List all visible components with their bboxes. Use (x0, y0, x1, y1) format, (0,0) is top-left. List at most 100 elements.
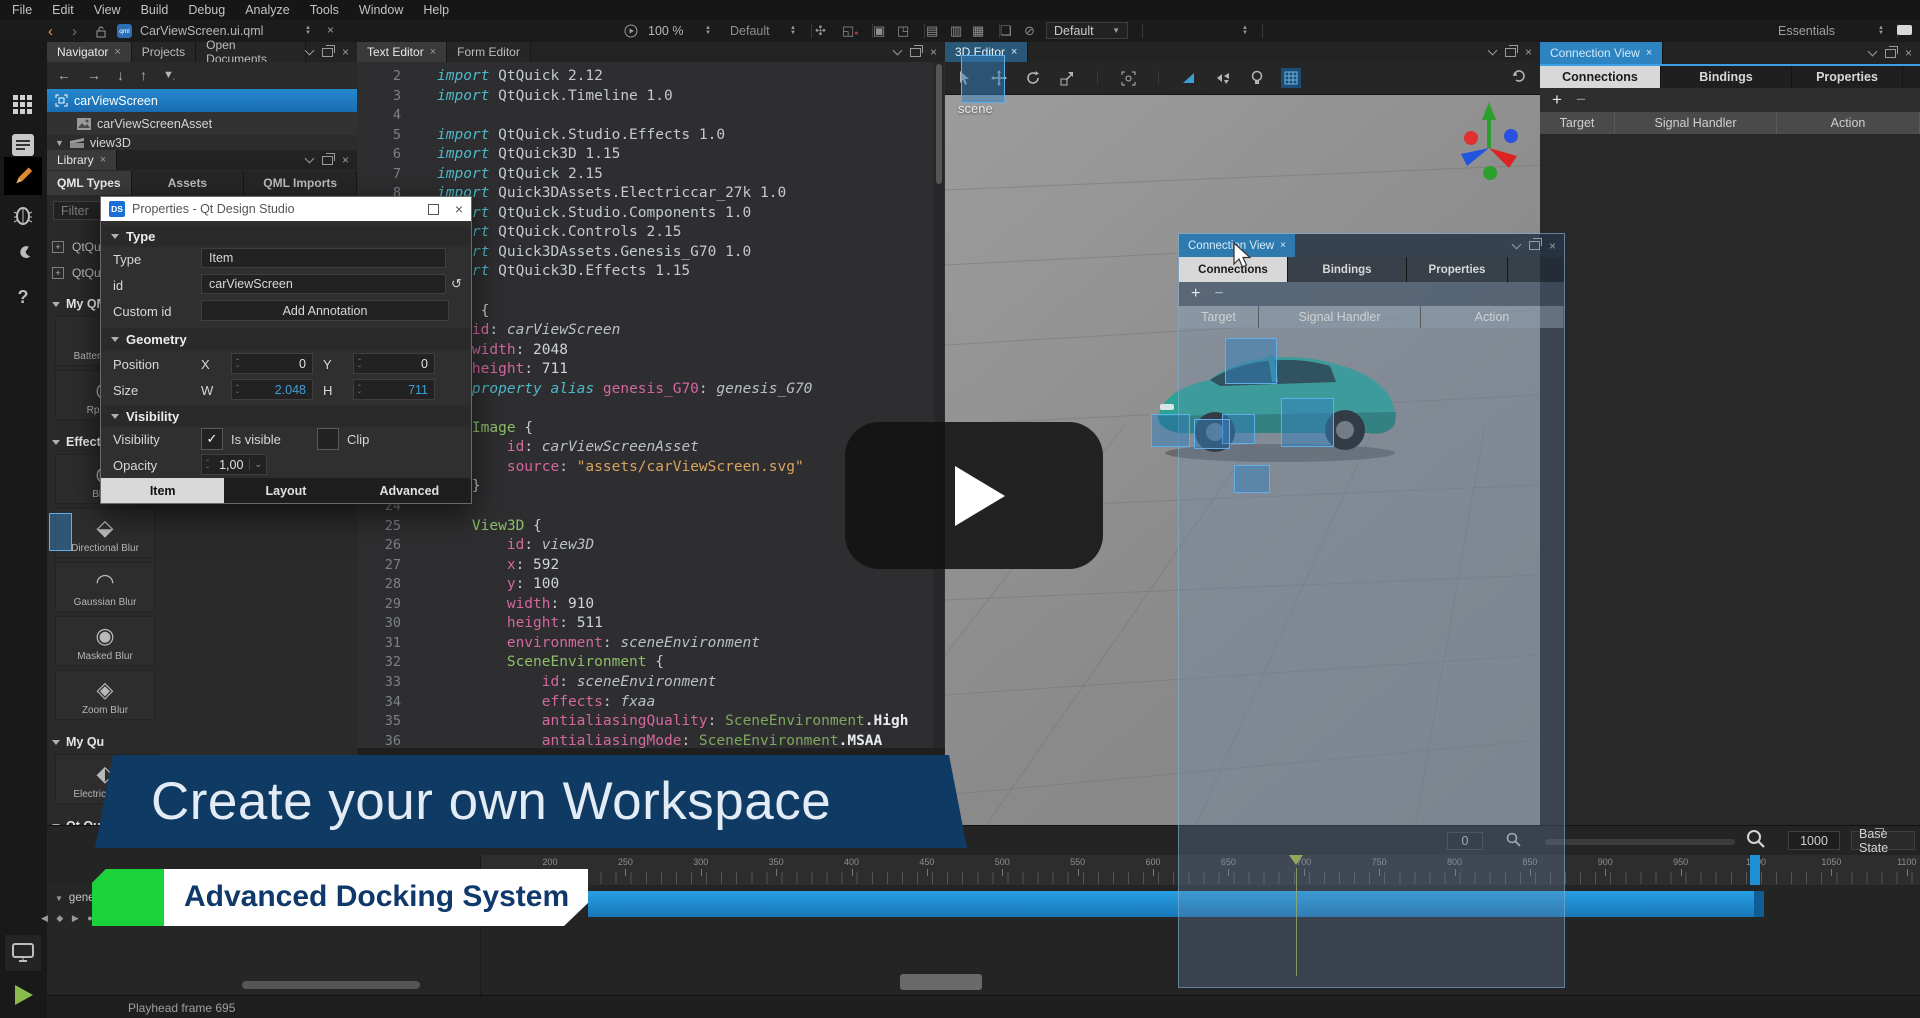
undock-icon[interactable] (322, 156, 333, 165)
tab-qml-types[interactable]: QML Types (47, 171, 132, 195)
close-document-icon[interactable]: × (327, 24, 334, 36)
close-panel-icon[interactable]: × (1525, 46, 1532, 58)
debug-run-button[interactable] (8, 1014, 38, 1018)
width-spinbox[interactable]: ⌃⌄2.048 (231, 379, 313, 400)
tab-navigator[interactable]: Navigator× (47, 42, 132, 62)
maximize-icon[interactable] (428, 204, 439, 215)
menu-item-build[interactable]: Build (141, 3, 169, 17)
collapse-icon[interactable] (305, 46, 315, 56)
close-panel-icon[interactable]: × (1549, 240, 1556, 252)
state-selector[interactable]: Default▼ (1046, 22, 1128, 39)
tab-qml-imports[interactable]: QML Imports (244, 171, 357, 195)
collapse-icon[interactable] (893, 46, 903, 56)
grid-toggle-icon[interactable] (1281, 68, 1301, 88)
menu-item-help[interactable]: Help (423, 3, 449, 17)
move-down-icon[interactable]: ↓ (117, 67, 124, 83)
properties-dialog[interactable]: DS Properties - Qt Design Studio × Type … (100, 196, 472, 504)
move-up-icon[interactable]: ↑ (140, 67, 147, 83)
timeline-hscroll-thumb[interactable] (900, 974, 982, 990)
dialog-title-bar[interactable]: DS Properties - Qt Design Studio × (101, 197, 471, 221)
timeline-zoom-slider[interactable] (1545, 839, 1735, 845)
document-selector[interactable]: CarViewScreen.ui.qml (140, 24, 263, 38)
state-stepper[interactable]: ▲▼ (1242, 26, 1248, 36)
orientation-tool-icon[interactable] (1179, 68, 1199, 88)
column-header-action[interactable]: Action (1777, 112, 1920, 134)
close-dialog-icon[interactable]: × (455, 201, 463, 217)
tab-text-editor[interactable]: Text Editor× (357, 42, 447, 62)
workspace-stack-icon[interactable]: ❏ (1000, 23, 1012, 39)
welcome-mode-icon[interactable] (8, 90, 38, 120)
tab-bindings[interactable]: Bindings (1661, 66, 1792, 88)
close-panel-icon[interactable]: × (930, 46, 937, 58)
clip-checkbox[interactable] (317, 428, 339, 450)
code-line[interactable]: 33 id: sceneEnvironment (357, 673, 945, 693)
edit-mode-icon[interactable] (8, 130, 38, 160)
tab-properties[interactable]: Properties (1792, 66, 1903, 88)
section-type[interactable]: Type (101, 225, 471, 247)
menu-item-view[interactable]: View (94, 3, 121, 17)
code-line[interactable]: 3import QtQuick.Timeline 1.0 (357, 87, 945, 107)
add-connection-button[interactable]: + (1552, 90, 1562, 110)
code-line[interactable]: 6import QtQuick3D 1.15 (357, 145, 945, 165)
undock-icon[interactable] (1505, 48, 1516, 57)
move-anchor-icon[interactable]: ✣ (815, 23, 826, 39)
code-line[interactable]: 32 SceneEnvironment { (357, 653, 945, 673)
tab-assets[interactable]: Assets (132, 171, 245, 195)
collapse-icon[interactable] (1488, 46, 1498, 56)
code-line[interactable]: 29 width: 910 (357, 595, 945, 615)
feedback-bubble-icon[interactable] (1897, 25, 1912, 35)
code-line[interactable]: 34 effects: fxaa (357, 693, 945, 713)
kit-selector-icon[interactable] (5, 935, 41, 971)
connection-table-body[interactable] (1540, 134, 1920, 825)
code-line[interactable]: 36 antialiasingMode: SceneEnvironment.MS… (357, 732, 945, 748)
workspace-stepper[interactable]: ▲▼ (1878, 26, 1884, 36)
tab-projects[interactable]: Projects (132, 42, 196, 62)
fit-selected-icon[interactable] (1118, 68, 1138, 88)
remove-connection-button[interactable]: − (1576, 90, 1586, 110)
style-stepper[interactable]: ▲▼ (790, 26, 796, 36)
back-button[interactable]: ‹ (48, 23, 53, 40)
section-visibility[interactable]: Visibility (101, 405, 471, 427)
column-header-signal-handler[interactable]: Signal Handler (1259, 306, 1421, 328)
height-spinbox[interactable]: ⌃⌄711 (353, 379, 435, 400)
light-tool-icon[interactable] (1247, 68, 1267, 88)
design-mode-icon[interactable] (4, 157, 42, 195)
code-line[interactable]: 4 (357, 106, 945, 126)
collapse-track-icon[interactable]: ▼ (55, 894, 63, 903)
layout-column-icon[interactable]: ▥ (950, 23, 962, 39)
run-button[interactable] (8, 980, 38, 1010)
undock-icon[interactable] (322, 48, 333, 57)
column-header-action[interactable]: Action (1421, 306, 1564, 328)
code-line[interactable]: 5import QtQuick.Studio.Effects 1.0 (357, 126, 945, 146)
tab-layout[interactable]: Layout (224, 478, 347, 503)
scale-tool-icon[interactable] (1057, 68, 1077, 88)
move-right-icon[interactable]: → (87, 67, 101, 83)
run-icon[interactable] (624, 24, 638, 41)
video-play-button[interactable] (845, 422, 1103, 569)
menu-item-analyze[interactable]: Analyze (245, 3, 289, 17)
layout-grid-icon[interactable]: ▦ (972, 23, 984, 39)
code-line[interactable]: 30 height: 511 (357, 614, 945, 634)
tab-open-documents[interactable]: Open Documents (196, 42, 306, 62)
tree-item-carviewscreen[interactable]: carViewScreen (47, 89, 357, 112)
rotate-tool-icon[interactable] (1023, 68, 1043, 88)
collapse-icon[interactable] (1868, 47, 1878, 57)
type-field[interactable]: Item (201, 248, 446, 268)
tab-library[interactable]: Library× (47, 150, 117, 170)
remove-connection-button[interactable]: − (1214, 285, 1223, 303)
tab-properties[interactable]: Properties (1407, 257, 1508, 282)
editor-scrollbar[interactable] (934, 62, 944, 748)
zoom-level[interactable]: 100 % (648, 24, 683, 38)
workspace-selector[interactable]: Essentials (1778, 24, 1835, 38)
end-frame-marker[interactable] (1750, 855, 1760, 885)
code-line[interactable]: 7import QtQuick 2.15 (357, 165, 945, 185)
collapse-icon[interactable] (305, 154, 315, 164)
expand-plus-icon[interactable]: + (52, 241, 64, 253)
tree-item-view3d[interactable]: ▼ view3D (47, 135, 357, 150)
column-header-signal-handler[interactable]: Signal Handler (1615, 112, 1777, 134)
annotation-edit-icon[interactable]: ⊘ (1024, 23, 1035, 39)
code-line[interactable]: 31 environment: sceneEnvironment (357, 634, 945, 654)
forward-button[interactable]: › (72, 23, 77, 40)
expand-arrow-icon[interactable]: ▼ (55, 138, 64, 148)
tab-form-editor[interactable]: Form Editor (447, 42, 531, 62)
